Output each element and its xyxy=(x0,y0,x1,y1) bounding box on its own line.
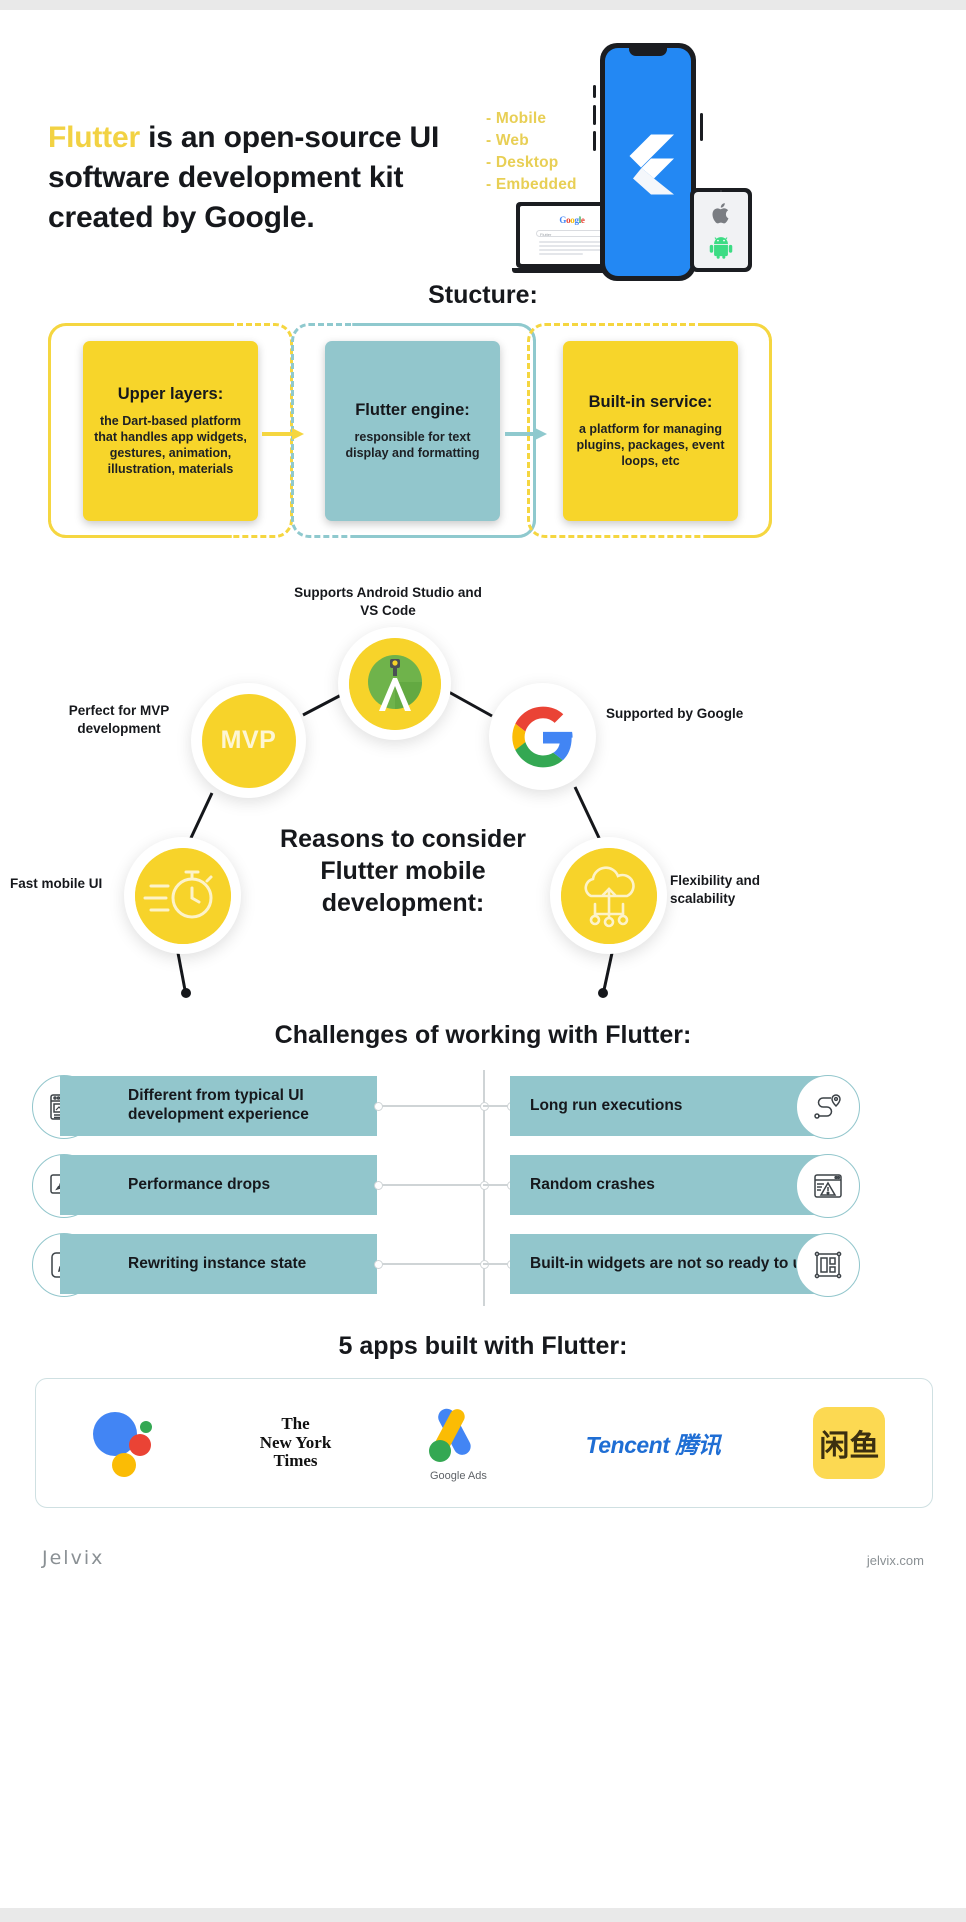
infographic-page: Flutter is an open-source UI software de… xyxy=(0,0,966,1922)
phone-illustration xyxy=(593,43,703,281)
page-title: Flutter is an open-source UI software de… xyxy=(48,118,468,238)
footer-website[interactable]: jelvix.com xyxy=(867,1553,924,1568)
reasons-center-title: Reasons to consider Flutter mobile devel… xyxy=(280,825,526,917)
challenge-row: Rewriting instance state Built-in widget… xyxy=(0,1233,966,1297)
cloud-upload-icon xyxy=(560,847,657,944)
challenges-title: Challenges of working with Flutter: xyxy=(274,1021,692,1049)
warning-window-icon xyxy=(796,1154,860,1218)
android-studio-icon xyxy=(348,637,441,730)
android-logo-icon xyxy=(709,237,733,259)
google-wordmark-icon: Google xyxy=(559,215,585,225)
tablet-illustration xyxy=(690,188,752,272)
brand-logo: Jelvix xyxy=(42,1547,105,1569)
google-logo-icon xyxy=(511,706,573,767)
reason-label-android-studio: Supports Android Studio and VS Code xyxy=(294,585,482,618)
reason-node-google[interactable] xyxy=(489,683,596,790)
top-edge-strip xyxy=(0,0,966,10)
challenge-bar-left: Performance drops xyxy=(60,1155,377,1215)
arrow-right-yellow-icon xyxy=(262,428,304,440)
app-google-assistant[interactable] xyxy=(83,1379,167,1507)
reason-node-scalability[interactable] xyxy=(550,837,667,954)
apps-title: 5 apps built with Flutter: xyxy=(338,1332,628,1360)
laptop-result-lines xyxy=(539,241,605,257)
structure-title: Stucture: xyxy=(428,281,538,309)
apple-logo-icon xyxy=(711,203,728,224)
reason-node-android-studio[interactable] xyxy=(338,627,451,740)
apps-showcase: The New York Times Google Ads Tencent 腾讯 闲… xyxy=(35,1378,933,1508)
reason-node-fast-ui[interactable] xyxy=(124,837,241,954)
arrow-right-teal-icon xyxy=(505,428,547,440)
reason-label-google: Supported by Google xyxy=(606,706,744,721)
reason-label-scalability: Flexibility and scalability xyxy=(670,873,761,906)
phone-notch xyxy=(629,48,667,56)
app-new-york-times[interactable]: The New York Times xyxy=(260,1379,332,1507)
laptop-search-field: Flutter xyxy=(536,230,608,237)
app-google-ads[interactable]: Google Ads xyxy=(424,1379,492,1507)
challenge-left-text-2: Performance drops xyxy=(128,1175,271,1193)
device-cluster-illustration: Google Flutter xyxy=(510,38,810,293)
structure-card-2-body: responsible for text display and formatt… xyxy=(345,430,480,460)
nyt-icon: The New York Times xyxy=(259,1414,332,1471)
reason-node-mvp[interactable]: MVP xyxy=(191,683,306,798)
hero-title-highlight: Flutter xyxy=(48,121,140,154)
hero-section: Flutter is an open-source UI software de… xyxy=(0,10,966,295)
reasons-diagram: MVP Supports Android Studio and VS Code … xyxy=(0,575,966,1005)
tablet-screen xyxy=(694,192,748,268)
challenge-right-text-2: Random crashes xyxy=(530,1175,655,1193)
phone-screen xyxy=(605,48,691,276)
bottom-edge-strip xyxy=(0,1908,966,1922)
google-ads-label: Google Ads xyxy=(430,1469,487,1482)
challenge-bar-left: Rewriting instance state xyxy=(60,1234,377,1294)
xianyu-icon: 闲鱼 xyxy=(813,1407,886,1479)
challenge-row: Different from typical UI development ex… xyxy=(0,1075,966,1139)
stopwatch-icon xyxy=(134,847,231,944)
footer: Jelvix jelvix.com xyxy=(0,1533,966,1593)
mvp-badge-label: MVP xyxy=(220,726,277,754)
app-tencent[interactable]: Tencent 腾讯 xyxy=(586,1379,721,1507)
google-ads-icon xyxy=(429,1408,472,1462)
route-pin-icon xyxy=(796,1075,860,1139)
challenge-right-text-3: Built-in widgets are not so ready to use xyxy=(530,1254,820,1272)
layout-frame-icon xyxy=(796,1233,860,1297)
structure-card-built-in-service: Built-in service: a platform for managin… xyxy=(563,341,738,521)
challenge-bar-left: Different from typical UI development ex… xyxy=(60,1076,377,1136)
structure-card-3-heading: Built-in service: xyxy=(588,393,713,411)
challenge-right-text-1: Long run executions xyxy=(530,1096,683,1114)
app-xianyu[interactable]: 闲鱼 xyxy=(813,1379,886,1507)
google-assistant-icon xyxy=(92,1412,152,1477)
tencent-icon: Tencent 腾讯 xyxy=(585,1432,721,1458)
flutter-logo-icon xyxy=(629,134,674,195)
challenge-bar-right: Long run executions xyxy=(510,1076,827,1136)
challenge-bar-right: Built-in widgets are not so ready to use xyxy=(510,1234,827,1294)
challenges-diagram: Different from typical UI development ex… xyxy=(0,1070,966,1310)
reason-label-mvp: Perfect for MVP development xyxy=(68,703,170,736)
challenge-left-text-1: Different from typical UI development ex… xyxy=(128,1087,309,1123)
structure-card-1-heading: Upper layers: xyxy=(117,385,224,403)
structure-diagram: Upper layers: the Dart-based platform th… xyxy=(0,323,966,553)
structure-card-flutter-engine: Flutter engine: responsible for text dis… xyxy=(325,341,500,521)
reason-label-fast-ui: Fast mobile UI xyxy=(10,876,103,891)
structure-card-upper-layers: Upper layers: the Dart-based platform th… xyxy=(83,341,258,521)
challenge-bar-right: Random crashes xyxy=(510,1155,827,1215)
structure-card-1-body: the Dart-based platform that handles app… xyxy=(94,414,247,476)
challenge-left-text-3: Rewriting instance state xyxy=(128,1254,307,1272)
structure-card-2-heading: Flutter engine: xyxy=(355,401,470,419)
challenge-row: Performance drops Random crashes xyxy=(0,1154,966,1218)
structure-card-3-body: a platform for managing plugins, package… xyxy=(576,422,725,468)
